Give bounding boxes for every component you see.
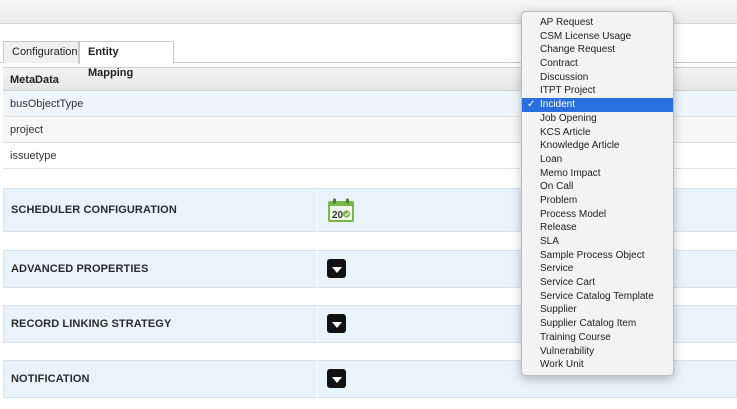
dropdown-option-label: Discussion	[540, 71, 589, 83]
checkmark-icon: ✓	[527, 99, 536, 111]
business-object-dropdown-menu[interactable]: AP Request CSM License Usage Change Reques…	[521, 11, 674, 376]
dropdown-option[interactable]: KCS Article	[522, 126, 673, 140]
dropdown-option[interactable]: Discussion	[522, 71, 673, 85]
dropdown-option-label: Change Request	[540, 44, 616, 56]
section-divider	[317, 306, 318, 342]
dropdown-option-label: ITPT Project	[540, 85, 596, 97]
dropdown-option[interactable]: Contract	[522, 57, 673, 71]
dropdown-option-label: AP Request	[540, 17, 594, 28]
dropdown-option-label: Loan	[540, 153, 563, 165]
dropdown-option[interactable]: Service	[522, 262, 673, 276]
tab-configuration[interactable]: Configuration	[3, 41, 79, 63]
dropdown-option-label: Work Unit	[540, 359, 584, 371]
section-divider	[317, 189, 318, 231]
dropdown-option-label: Incident	[540, 99, 576, 111]
dropdown-option[interactable]: Work Unit	[522, 358, 673, 372]
dropdown-option-label: CSM License Usage	[540, 30, 632, 42]
calendar-number: 20	[332, 210, 344, 221]
dropdown-option[interactable]: Release	[522, 221, 673, 235]
dropdown-toggle-icon[interactable]	[327, 314, 346, 333]
section-title: NOTIFICATION	[11, 373, 90, 385]
dropdown-option[interactable]: Loan	[522, 153, 673, 167]
dropdown-option[interactable]: Supplier Catalog Item	[522, 317, 673, 331]
dropdown-option[interactable]: Change Request	[522, 43, 673, 57]
dropdown-option[interactable]: Training Course	[522, 331, 673, 345]
dropdown-option[interactable]: SLA	[522, 235, 673, 249]
section-divider	[317, 251, 318, 287]
dropdown-option-label: Knowledge Article	[540, 140, 620, 152]
dropdown-option-label: Service	[540, 263, 574, 275]
dropdown-option-label: Vulnerability	[540, 345, 595, 357]
dropdown-option[interactable]: On Call	[522, 180, 673, 194]
section-divider	[317, 361, 318, 397]
dropdown-option[interactable]: ITPT Project	[522, 84, 673, 98]
dropdown-option[interactable]: AP Request	[522, 16, 673, 30]
dropdown-toggle-icon[interactable]	[327, 369, 346, 388]
dropdown-option[interactable]: CSM License Usage	[522, 30, 673, 44]
dropdown-option[interactable]: Process Model	[522, 208, 673, 222]
dropdown-option-label: KCS Article	[540, 126, 591, 138]
dropdown-option-label: Process Model	[540, 208, 607, 220]
dropdown-option-label: Memo Impact	[540, 167, 601, 179]
dropdown-option-label: Supplier	[540, 304, 577, 316]
dropdown-option[interactable]: Service Catalog Template	[522, 290, 673, 304]
calendar-icon[interactable]: 20	[327, 198, 355, 223]
section-title: ADVANCED PROPERTIES	[11, 263, 149, 275]
dropdown-toggle-icon[interactable]	[327, 259, 346, 278]
page: Configuration Entity Mapping MetaData bu…	[0, 0, 737, 409]
dropdown-option-label: Release	[540, 222, 577, 234]
dropdown-option-label: Service Catalog Template	[540, 290, 654, 302]
dropdown-option-label: Sample Process Object	[540, 249, 645, 261]
dropdown-option[interactable]: Memo Impact	[522, 167, 673, 181]
dropdown-option-label: Contract	[540, 58, 578, 70]
dropdown-option-label: Problem	[540, 194, 578, 206]
section-title: SCHEDULER CONFIGURATION	[11, 204, 177, 216]
dropdown-option-label: Training Course	[540, 331, 611, 343]
tab-entity-mapping[interactable]: Entity Mapping	[79, 41, 174, 79]
dropdown-option-label: Service Cart	[540, 277, 596, 289]
dropdown-option-label: On Call	[540, 181, 574, 193]
dropdown-option[interactable]: Problem	[522, 194, 673, 208]
dropdown-option-label: SLA	[540, 236, 559, 247]
dropdown-option[interactable]: Service Cart	[522, 276, 673, 290]
dropdown-option-label: Job Opening	[540, 112, 597, 124]
dropdown-option[interactable]: Knowledge Article	[522, 139, 673, 153]
section-title: RECORD LINKING STRATEGY	[11, 318, 172, 330]
dropdown-option[interactable]: Sample Process Object	[522, 249, 673, 263]
dropdown-option[interactable]: ✓ Incident	[522, 98, 673, 112]
dropdown-option[interactable]: Vulnerability	[522, 345, 673, 359]
dropdown-option[interactable]: Supplier	[522, 303, 673, 317]
dropdown-option-label: Supplier Catalog Item	[540, 318, 637, 330]
dropdown-option[interactable]: Job Opening	[522, 112, 673, 126]
